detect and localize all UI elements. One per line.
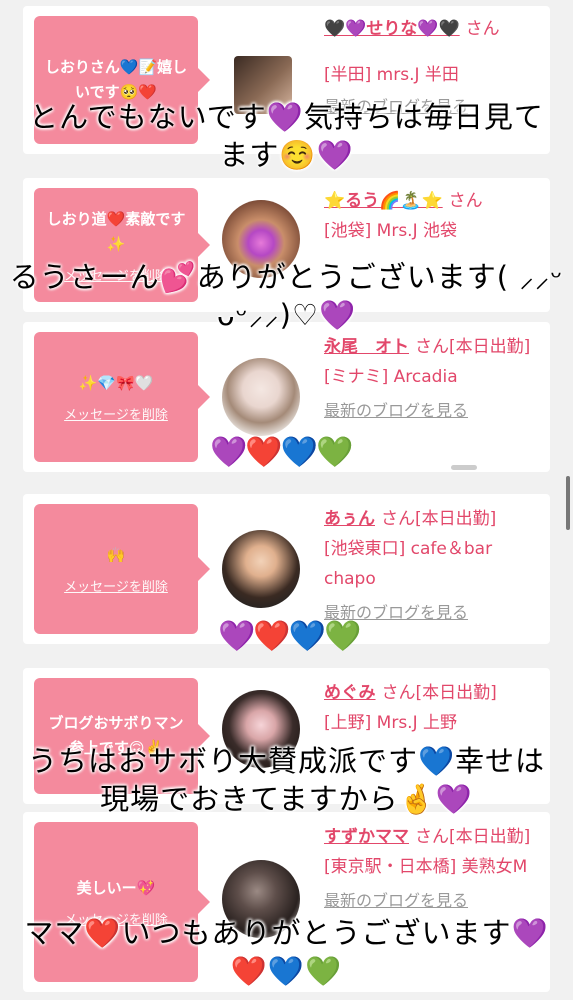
- delete-message-link[interactable]: メッセージを削除: [64, 576, 168, 595]
- sender-suffix: さん[本日出勤]: [415, 337, 531, 357]
- sender-suffix: さん: [448, 191, 483, 211]
- overlay-line: とんでもないです💜気持ちは毎日見て: [29, 100, 544, 134]
- sender-suffix: さん: [465, 19, 500, 39]
- avatar[interactable]: [222, 530, 300, 608]
- sender-suffix: さん[本日出勤]: [415, 827, 531, 847]
- heart-emoji-row: 💜❤️💙💚: [210, 435, 353, 470]
- shop-label: [半田] mrs.J 半田: [324, 65, 459, 85]
- message-card: 🙌 メッセージを削除 あぅん さん[本日出勤] [池袋東口] cafe＆bar c…: [23, 494, 550, 654]
- blog-link[interactable]: 最新のブログを見る: [324, 886, 546, 916]
- shop-label: [池袋東口] cafe＆bar chapo: [324, 539, 493, 589]
- sender-suffix: さん[本日出勤]: [381, 683, 497, 703]
- scrollbar[interactable]: [566, 476, 570, 530]
- overlay-line: ❤️💙💚: [230, 954, 343, 988]
- sender-name-link[interactable]: すずかママ: [324, 827, 409, 847]
- message-bubble: ✨💎🎀🤍 メッセージを削除: [34, 332, 210, 462]
- scroll-indicator: [451, 465, 477, 470]
- shop-label: [池袋] Mrs.J 池袋: [324, 221, 458, 241]
- sender-name-link[interactable]: めぐみ: [324, 683, 376, 703]
- overlay-line: ます☺️💜: [219, 138, 354, 172]
- sender-suffix: さん[本日出勤]: [381, 509, 497, 529]
- blog-link[interactable]: 最新のブログを見る: [324, 396, 546, 426]
- shop-label: [東京駅・日本橋] 美熟女M: [324, 857, 528, 877]
- shop-label: [上野] Mrs.J 上野: [324, 713, 458, 733]
- overlay-caption: るうさーん💕ありがとうございます( ⸝⸝ᵕ ᴗᵕ⸝⸝)♡💜: [0, 258, 573, 334]
- message-text: ✨💎🎀🤍: [78, 374, 154, 392]
- heart-emoji-row: 💜❤️💙💚: [218, 619, 361, 654]
- message-card: ✨💎🎀🤍 メッセージを削除 永尾 オト さん[本日出勤] [ミナミ] Arcadi…: [23, 322, 550, 472]
- message-bubble: 🙌 メッセージを削除: [34, 504, 210, 634]
- sender-name-link[interactable]: ⭐るう🌈🏝️⭐: [324, 191, 443, 211]
- overlay-caption: ママ❤️いつもありがとうございます💜 ❤️💙💚: [0, 914, 573, 990]
- overlay-line: 現場でおきてますから🤞💜: [100, 782, 473, 816]
- overlay-line: うちはおサボり大賛成派です💙幸せは: [27, 744, 546, 778]
- avatar[interactable]: [222, 358, 300, 436]
- overlay-line: ᴗᵕ⸝⸝)♡💜: [216, 298, 357, 332]
- overlay-caption: とんでもないです💜気持ちは毎日見て ます☺️💜: [0, 98, 573, 174]
- shop-label: [ミナミ] Arcadia: [324, 367, 458, 387]
- message-text: しおり道❤️素敵です✨: [46, 209, 186, 253]
- sender-name-link[interactable]: あぅん: [324, 509, 375, 529]
- overlay-line: ママ❤️いつもありがとうございます💜: [24, 916, 549, 950]
- sender-name-link[interactable]: 永尾 オト: [324, 337, 409, 357]
- message-text: 🙌: [106, 546, 126, 564]
- message-text: 美しいー💖: [76, 879, 156, 897]
- overlay-caption: うちはおサボり大賛成派です💙幸せは 現場でおきてますから🤞💜: [0, 742, 573, 818]
- delete-message-link[interactable]: メッセージを削除: [64, 404, 168, 423]
- sender-name-link[interactable]: 🖤💜せりな💜🖤: [324, 19, 460, 39]
- overlay-line: るうさーん💕ありがとうございます( ⸝⸝ᵕ: [9, 260, 564, 294]
